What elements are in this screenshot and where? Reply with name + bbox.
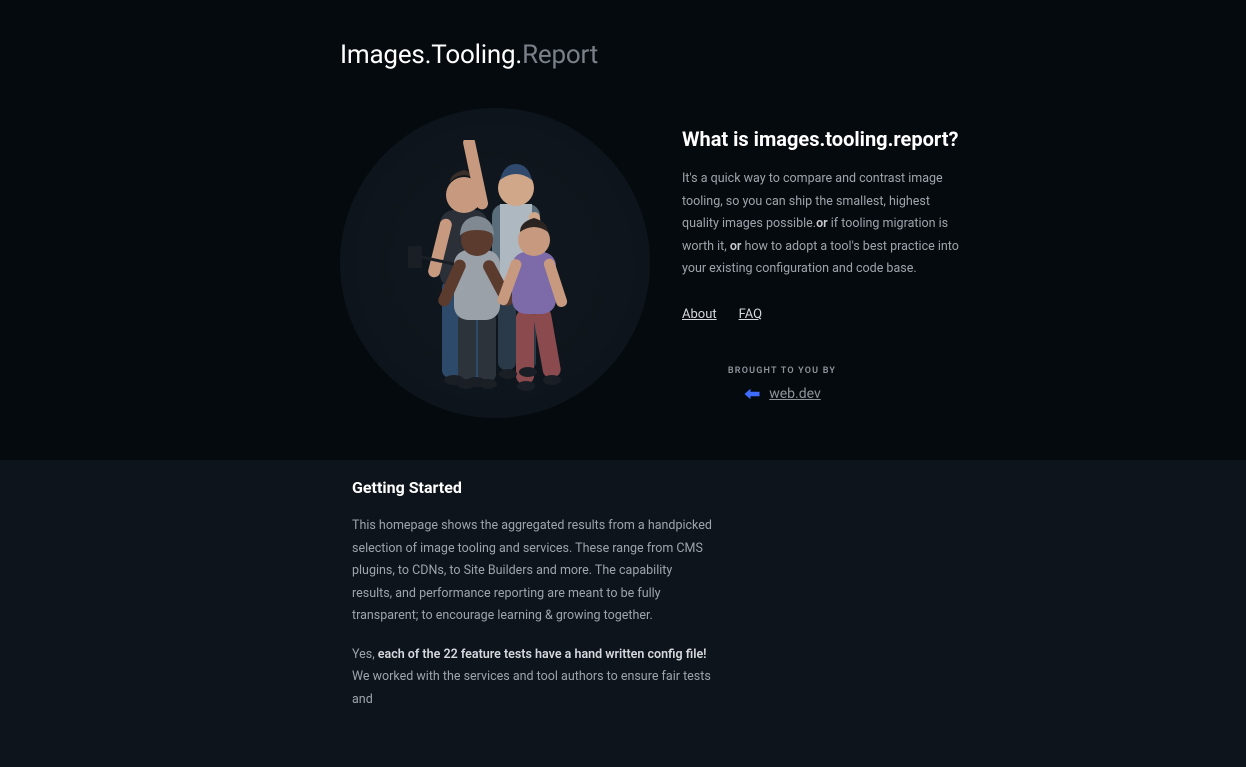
brought-label: BROUGHT TO YOU BY bbox=[682, 366, 882, 376]
webdev-link[interactable]: web.dev bbox=[682, 386, 882, 402]
brand-part-tooling: Tooling. bbox=[431, 40, 522, 70]
getting-started-p1: This homepage shows the aggregated resul… bbox=[352, 515, 712, 628]
hero-section: Images.Tooling.Report bbox=[0, 0, 1246, 460]
webdev-icon bbox=[743, 387, 761, 401]
getting-started-heading: Getting Started bbox=[352, 478, 900, 497]
what-is-paragraph: It's a quick way to compare and contrast… bbox=[682, 168, 960, 281]
what-is-heading: What is images.tooling.report? bbox=[682, 126, 960, 152]
people-selfie-illustration bbox=[400, 140, 590, 410]
getting-started-section: Getting Started This homepage shows the … bbox=[0, 460, 1246, 767]
hero-links: About FAQ bbox=[682, 303, 960, 322]
webdev-label: web.dev bbox=[769, 386, 821, 402]
brought-to-you-by: BROUGHT TO YOU BY web.dev bbox=[682, 366, 882, 402]
what-is-panel: What is images.tooling.report? It's a qu… bbox=[682, 98, 960, 402]
about-link[interactable]: About bbox=[682, 307, 717, 322]
brand-part-report: Report bbox=[522, 40, 598, 70]
brand-title: Images.Tooling.Report bbox=[340, 40, 960, 70]
faq-link[interactable]: FAQ bbox=[739, 307, 762, 322]
getting-started-p2: Yes, each of the 22 feature tests have a… bbox=[352, 644, 712, 712]
brand-part-images: Images. bbox=[340, 40, 431, 70]
hero-illustration bbox=[340, 98, 650, 418]
